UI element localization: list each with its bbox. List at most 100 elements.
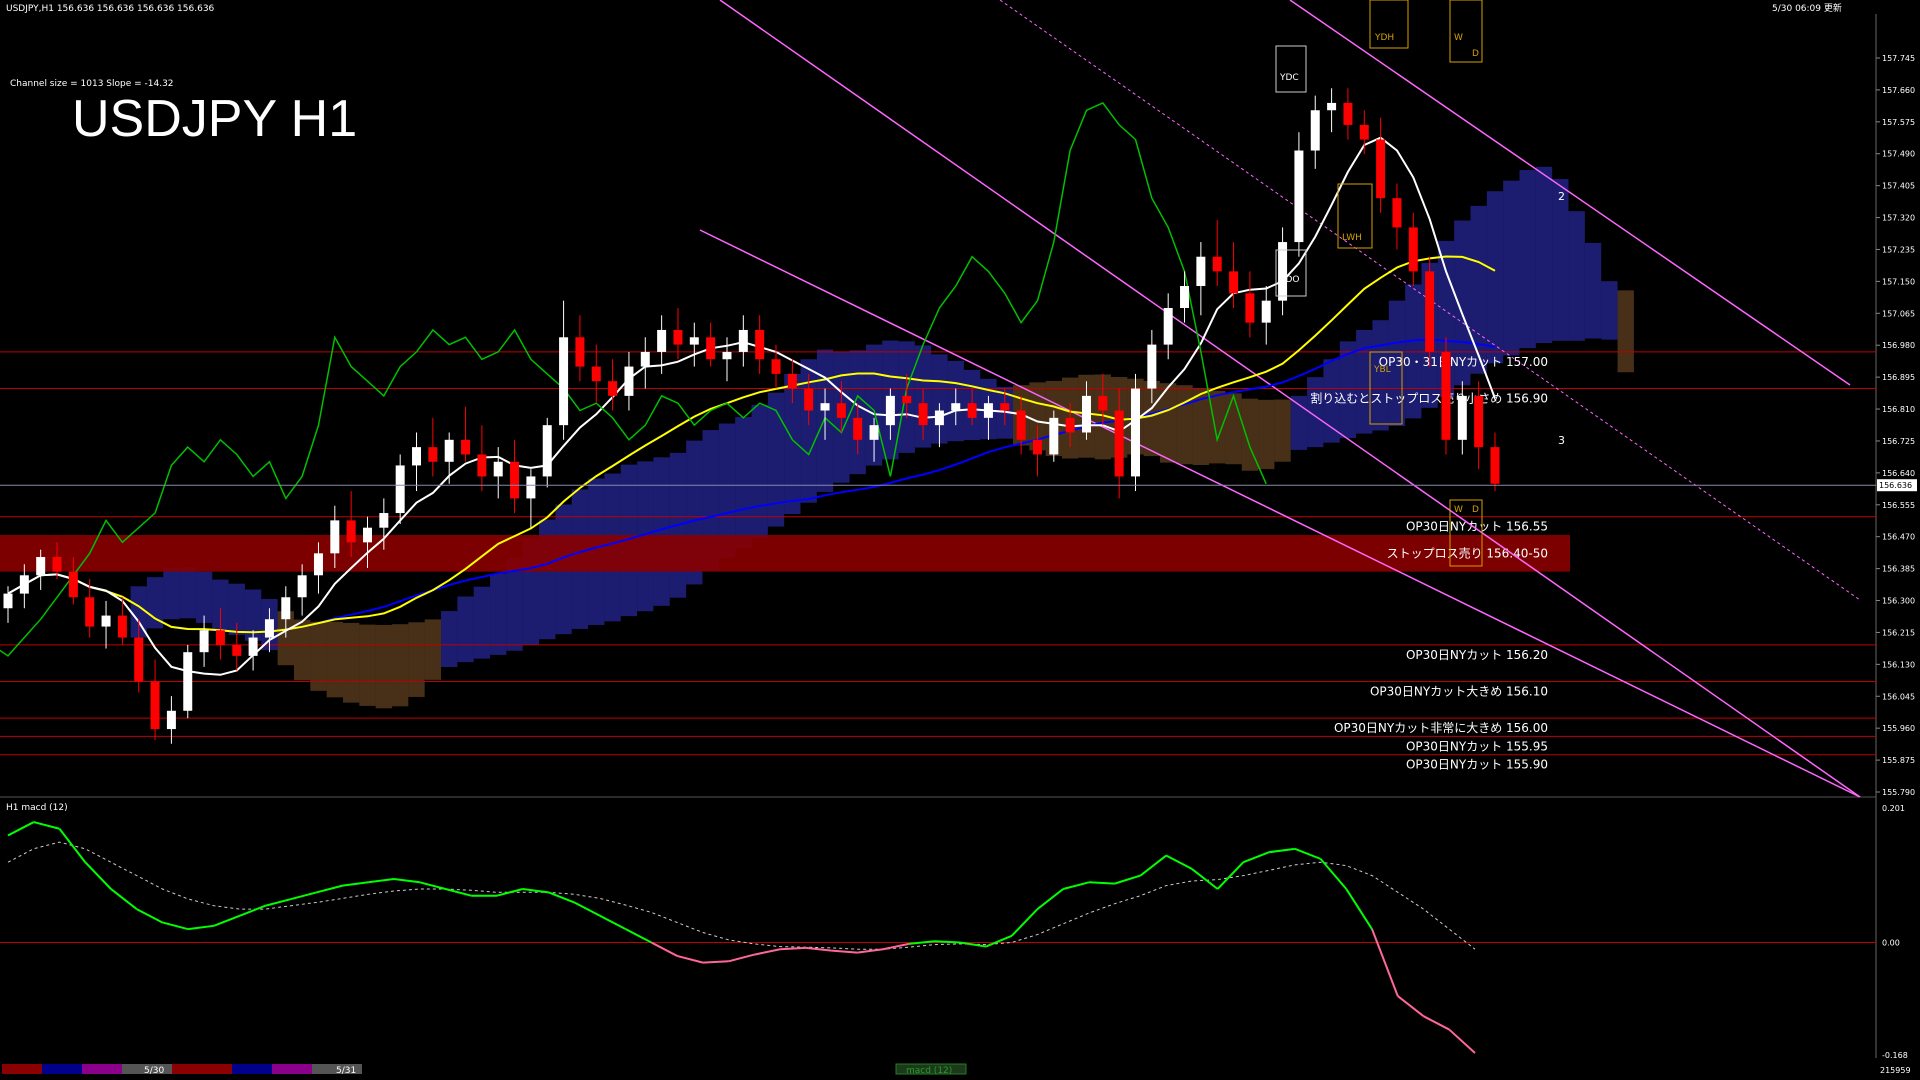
price-level-label: OP30・31日NYカット 157.00 xyxy=(1379,355,1548,369)
trading-chart: ストップロス売り 156.40-50 OP30・31日NYカット 157.00 割… xyxy=(0,0,1920,1080)
candle-body xyxy=(1081,395,1091,433)
candle-body xyxy=(1147,344,1157,389)
macd-line-segment xyxy=(780,946,806,951)
cloud-segment xyxy=(392,624,409,707)
candle-body xyxy=(1278,242,1288,301)
cloud-segment xyxy=(1209,390,1226,464)
candle xyxy=(1441,337,1451,455)
wave-label-2: 2 xyxy=(1558,190,1565,203)
candle-body xyxy=(1441,351,1451,440)
date-label-530: 5/30 xyxy=(144,1066,164,1076)
candle-body xyxy=(526,476,536,499)
candle-body xyxy=(559,337,569,426)
candle-body xyxy=(101,615,111,627)
ybl-label: YBL xyxy=(1373,365,1391,375)
candle-body xyxy=(1098,395,1108,411)
cloud-segment xyxy=(441,611,458,668)
candle-body xyxy=(1114,410,1124,477)
wave-label-3: 3 xyxy=(1558,434,1565,447)
cloud-segment xyxy=(375,624,393,709)
candle-body xyxy=(1212,256,1222,272)
w-low-label: W xyxy=(1454,505,1463,515)
ydc-top-label: YDC xyxy=(1279,73,1299,83)
candle-body xyxy=(477,454,487,477)
cloud-segment xyxy=(1617,290,1634,373)
price-tick-label: 157.235 xyxy=(1882,245,1915,254)
price-tick-label: 156.045 xyxy=(1882,692,1915,701)
price-level-label: OP30日NYカット 155.90 xyxy=(1406,758,1548,772)
cloud-segment xyxy=(735,417,752,548)
macd-tick-label: 0.00 xyxy=(1882,939,1900,948)
candle-body xyxy=(1032,439,1042,455)
cloud-segment xyxy=(1486,191,1504,364)
candle-body xyxy=(902,395,912,404)
price-tick-label: 157.405 xyxy=(1882,182,1915,191)
candle-body xyxy=(918,403,928,426)
price-level-label: OP30日NYカット非常に大きめ 156.00 xyxy=(1334,721,1548,735)
candle-body xyxy=(1294,150,1304,243)
cloud-segment xyxy=(1584,242,1602,339)
candle-body xyxy=(428,447,438,462)
cloud-segment xyxy=(424,619,442,680)
price-tick-label: 156.725 xyxy=(1882,437,1915,446)
candle-body xyxy=(379,513,389,528)
cloud-segment xyxy=(457,596,474,663)
macd-tab-label[interactable]: macd (12) xyxy=(906,1066,952,1076)
candle-body xyxy=(624,366,634,396)
candle-body xyxy=(85,597,95,627)
candle-body xyxy=(608,381,618,396)
candle-body xyxy=(657,329,667,352)
candle-body xyxy=(1261,300,1271,323)
price-tick-label: 156.640 xyxy=(1882,469,1915,478)
candle-body xyxy=(1343,102,1353,125)
price-tick-label: 156.130 xyxy=(1882,660,1915,669)
price-tick-label: 157.660 xyxy=(1882,86,1915,95)
stop-zone-label: ストップロス売り 156.40-50 xyxy=(1387,545,1548,560)
update-timestamp: 5/30 06:09 更新 xyxy=(1772,2,1842,14)
price-tick-label: 157.745 xyxy=(1882,54,1915,63)
candle xyxy=(1294,132,1304,257)
lwh-label: LWH xyxy=(1342,233,1362,243)
candle-body xyxy=(755,329,765,360)
cloud-segment xyxy=(767,392,785,527)
candle-body xyxy=(363,527,372,543)
cloud-segment xyxy=(1535,166,1553,344)
candle-body xyxy=(787,373,797,389)
candle-body xyxy=(1245,293,1255,323)
cloud-segment xyxy=(179,567,196,619)
candle-body xyxy=(869,425,879,440)
cloud-segment xyxy=(359,624,376,706)
cloud-segment xyxy=(473,586,491,659)
volume-label: 215959 xyxy=(1880,1066,1911,1075)
candle-body xyxy=(199,630,209,653)
candle-body xyxy=(591,366,601,382)
cloud-segment xyxy=(1258,399,1275,470)
cloud-segment xyxy=(342,622,360,703)
candle-body xyxy=(820,403,830,411)
price-tick-label: 157.490 xyxy=(1882,150,1915,159)
chart-big-title: USDJPY H1 xyxy=(72,90,357,148)
candle-body xyxy=(1425,271,1435,352)
price-tick-label: 157.320 xyxy=(1882,214,1915,223)
candle-body xyxy=(68,571,78,598)
price-tick-label: 155.790 xyxy=(1882,788,1915,797)
candle-body xyxy=(52,556,62,572)
candle-body xyxy=(444,439,454,462)
price-level-label: 割り込むとストップロス売り小さめ 156.90 xyxy=(1310,391,1548,406)
price-tick-label: 155.960 xyxy=(1882,724,1915,733)
candle-body xyxy=(313,553,323,576)
candle-body xyxy=(1163,307,1173,345)
price-tick-label: 155.875 xyxy=(1882,756,1915,765)
cloud-segment xyxy=(490,573,507,655)
d-low-label: D xyxy=(1472,505,1479,515)
candle-body xyxy=(1376,139,1386,199)
candle-body xyxy=(330,520,340,554)
price-tick-label: 156.555 xyxy=(1882,501,1915,510)
candle-body xyxy=(493,461,503,477)
price-tick-label: 156.980 xyxy=(1882,341,1915,350)
candle-body xyxy=(1359,124,1369,140)
candle-body xyxy=(1196,256,1206,287)
candle-body xyxy=(166,710,176,730)
price-tick-label: 156.810 xyxy=(1882,405,1915,414)
price-tick-label: 157.150 xyxy=(1882,277,1915,286)
